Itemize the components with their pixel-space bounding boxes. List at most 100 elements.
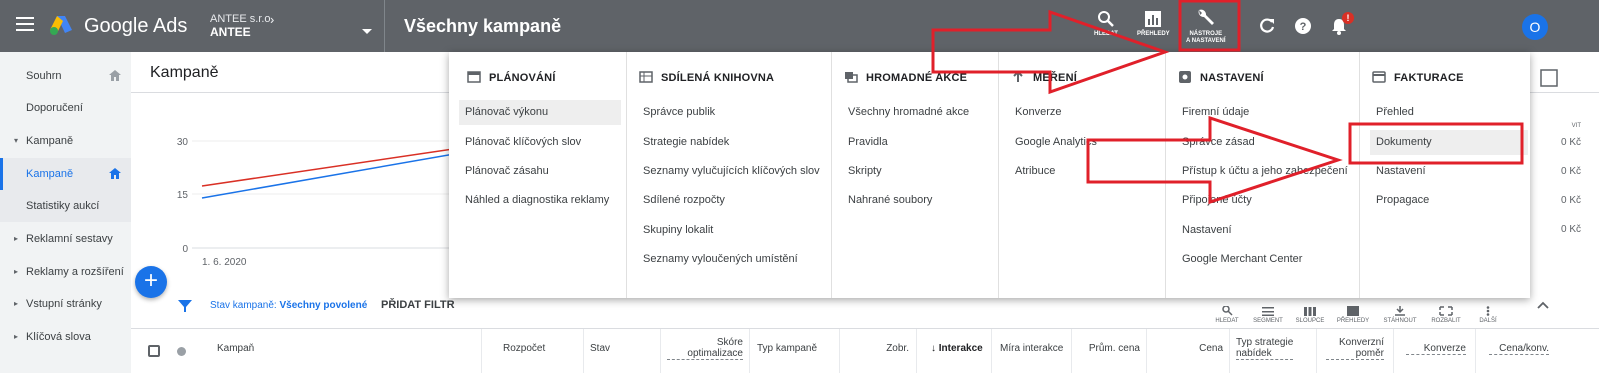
tool-search[interactable]: HLEDAT bbox=[1207, 306, 1247, 324]
more-vert-icon bbox=[1486, 306, 1490, 316]
col-header-bid-strategy[interactable]: Typ strategie nabídek bbox=[1236, 337, 1294, 360]
menu-item-placement-exclusion-lists[interactable]: Seznamy vyloučených umístění bbox=[637, 247, 798, 272]
menu-item-documents[interactable]: Dokumenty bbox=[1370, 130, 1528, 155]
menu-item-billing-settings[interactable]: Nastavení bbox=[1370, 159, 1426, 184]
expand-chart-icon[interactable] bbox=[1540, 69, 1558, 87]
sidebar-item-landing-pages[interactable]: ▸ Vstupní stránky bbox=[0, 288, 131, 320]
col-header-cost[interactable]: Cena bbox=[1161, 343, 1223, 354]
download-icon bbox=[1395, 306, 1405, 316]
tool-more[interactable]: DALŠÍ bbox=[1468, 306, 1508, 324]
caret-down-icon[interactable] bbox=[362, 29, 372, 34]
menu-item-merchant-center[interactable]: Google Merchant Center bbox=[1176, 247, 1302, 272]
refresh-icon[interactable] bbox=[1258, 17, 1276, 35]
sidebar-item-campaigns-group[interactable]: ▾ Kampaně bbox=[0, 125, 131, 157]
sidebar-item-auction-insights[interactable]: Statistiky aukcí bbox=[0, 190, 131, 222]
menu-item-performance-planner[interactable]: Plánovač výkonu bbox=[459, 100, 621, 125]
tool-download[interactable]: STÁHNOUT bbox=[1380, 306, 1420, 324]
col-header-campaign-type[interactable]: Typ kampaně bbox=[757, 343, 817, 354]
help-icon[interactable]: ? bbox=[1294, 17, 1312, 35]
sidebar-item-recommendations[interactable]: Doporučení bbox=[0, 92, 131, 124]
right-label: VIT bbox=[1571, 123, 1581, 129]
menu-item-google-analytics[interactable]: Google Analytics bbox=[1009, 130, 1097, 155]
menu-item-reach-planner[interactable]: Plánovač zásahu bbox=[459, 159, 549, 184]
menu-item-linked-accounts[interactable]: Připojené účty bbox=[1176, 188, 1252, 213]
sidebar-item-label: Kampaně bbox=[26, 135, 74, 147]
avatar[interactable]: O bbox=[1522, 14, 1548, 40]
svg-text:?: ? bbox=[1300, 21, 1307, 33]
sidebar-item-label: Doporučení bbox=[26, 102, 83, 114]
menu-item-audience-manager[interactable]: Správce publik bbox=[637, 100, 715, 125]
brand-name: Google Ads bbox=[84, 15, 188, 37]
filter-chip[interactable]: Stav kampaně: Všechny povolené bbox=[210, 300, 367, 311]
menu-item-uploads[interactable]: Nahrané soubory bbox=[842, 188, 932, 213]
add-campaign-button[interactable]: + bbox=[135, 266, 167, 298]
reports-button[interactable]: PŘEHLEDY bbox=[1137, 10, 1170, 38]
menu-column-title: FAKTURACE bbox=[1394, 72, 1464, 84]
caret-down-icon: ▾ bbox=[14, 136, 19, 145]
menu-item-shared-budgets[interactable]: Sdílené rozpočty bbox=[637, 188, 725, 213]
col-header-status[interactable]: Stav bbox=[590, 343, 610, 354]
menu-item-promotions[interactable]: Propagace bbox=[1370, 188, 1429, 213]
column-divider bbox=[916, 329, 917, 373]
sidebar-item-campaigns[interactable]: Kampaně bbox=[0, 158, 131, 190]
col-header-text: Konverzní bbox=[1338, 337, 1384, 348]
series-line-blue bbox=[201, 152, 460, 199]
tools-settings-button[interactable]: NÁSTROJE A NASTAVENÍ bbox=[1186, 8, 1226, 45]
account-switcher[interactable]: ANTEE s.r.o. ANTEE bbox=[210, 13, 274, 39]
tool-reports[interactable]: PŘEHLEDY bbox=[1333, 306, 1373, 324]
menu-item-scripts[interactable]: Skripty bbox=[842, 159, 882, 184]
col-header-interaction-rate[interactable]: Míra interakce bbox=[1000, 343, 1063, 354]
menu-item-all-bulk-actions[interactable]: Všechny hromadné akce bbox=[842, 100, 969, 125]
menu-item-conversions[interactable]: Konverze bbox=[1009, 100, 1061, 125]
col-header-interactions[interactable]: ↓ Interakce bbox=[931, 343, 983, 354]
col-header-text: poměr bbox=[1355, 348, 1384, 359]
account-name: ANTEE bbox=[210, 25, 251, 39]
col-header-cost-per-conv[interactable]: Cena/konv. bbox=[1489, 343, 1549, 355]
col-header-conversions[interactable]: Konverze bbox=[1406, 343, 1466, 355]
tool-columns[interactable]: SLOUPCE bbox=[1290, 306, 1330, 324]
notification-badge: ! bbox=[1342, 12, 1354, 24]
bar-chart-icon bbox=[1145, 11, 1162, 27]
col-header-budget[interactable]: Rozpočet bbox=[503, 343, 545, 354]
menu-item-policy-manager[interactable]: Správce zásad bbox=[1176, 130, 1255, 155]
menu-item-negative-keyword-lists[interactable]: Seznamy vylučujících klíčových slov bbox=[637, 159, 820, 184]
measurement-icon bbox=[1013, 71, 1023, 82]
select-all-checkbox[interactable] bbox=[148, 345, 160, 357]
col-header-campaign[interactable]: Kampaň bbox=[217, 343, 254, 354]
sidebar-item-ads-extensions[interactable]: ▸ Reklamy a rozšíření bbox=[0, 256, 131, 288]
add-filter-button[interactable]: PŘIDAT FILTR bbox=[381, 299, 455, 311]
tool-label: SEGMENT bbox=[1253, 318, 1283, 324]
menu-item-location-groups[interactable]: Skupiny lokalit bbox=[637, 218, 713, 243]
search-icon bbox=[1222, 306, 1233, 316]
sidebar-item-label: Klíčová slova bbox=[26, 331, 91, 343]
sidebar-item-keywords[interactable]: ▸ Klíčová slova bbox=[0, 321, 131, 353]
menu-item-attribution[interactable]: Atribuce bbox=[1009, 159, 1055, 184]
menu-item-keyword-planner[interactable]: Plánovač klíčových slov bbox=[459, 130, 581, 155]
tool-segment[interactable]: SEGMENT bbox=[1248, 306, 1288, 324]
caret-right-icon: ▸ bbox=[14, 234, 19, 243]
col-header-avg-cost[interactable]: Prům. cena bbox=[1076, 343, 1140, 354]
tool-expand[interactable]: ROZBALIT bbox=[1426, 306, 1466, 324]
sidebar-item-ad-groups[interactable]: ▸ Reklamní sestavy bbox=[0, 223, 131, 255]
col-header-conv-rate[interactable]: Konverzní poměr bbox=[1326, 337, 1384, 360]
menu-item-rules[interactable]: Pravidla bbox=[842, 130, 888, 155]
chevron-up-icon[interactable] bbox=[1537, 301, 1549, 309]
tools-settings-menu: PLÁNOVÁNÍ Plánovač výkonu Plánovač klíčo… bbox=[449, 52, 1530, 298]
menu-item-ad-preview[interactable]: Náhled a diagnostika reklamy bbox=[459, 188, 609, 213]
filter-icon[interactable] bbox=[178, 299, 192, 313]
search-button[interactable]: HLEDAT bbox=[1094, 10, 1118, 38]
menu-item-preferences[interactable]: Nastavení bbox=[1176, 218, 1232, 243]
menu-column-title: SDÍLENÁ KNIHOVNA bbox=[661, 72, 775, 84]
col-header-optimization-score[interactable]: Skóre optimalizace bbox=[667, 337, 743, 360]
sidebar-item-overview[interactable]: Souhrn bbox=[0, 60, 131, 92]
menu-item-business-data[interactable]: Firemní údaje bbox=[1176, 100, 1249, 125]
search-icon bbox=[1097, 11, 1114, 27]
menu-item-billing-summary[interactable]: Přehled bbox=[1370, 100, 1414, 125]
page-title: Všechny kampaně bbox=[404, 16, 562, 36]
col-header-text: nabídek bbox=[1236, 348, 1272, 359]
menu-item-bid-strategies[interactable]: Strategie nabídek bbox=[637, 130, 729, 155]
bulk-actions-icon bbox=[845, 72, 858, 83]
col-header-impressions[interactable]: Zobr. bbox=[861, 343, 909, 354]
menu-item-access-security[interactable]: Přístup k účtu a jeho zabezpečení bbox=[1176, 159, 1348, 184]
menu-icon[interactable] bbox=[16, 17, 34, 31]
